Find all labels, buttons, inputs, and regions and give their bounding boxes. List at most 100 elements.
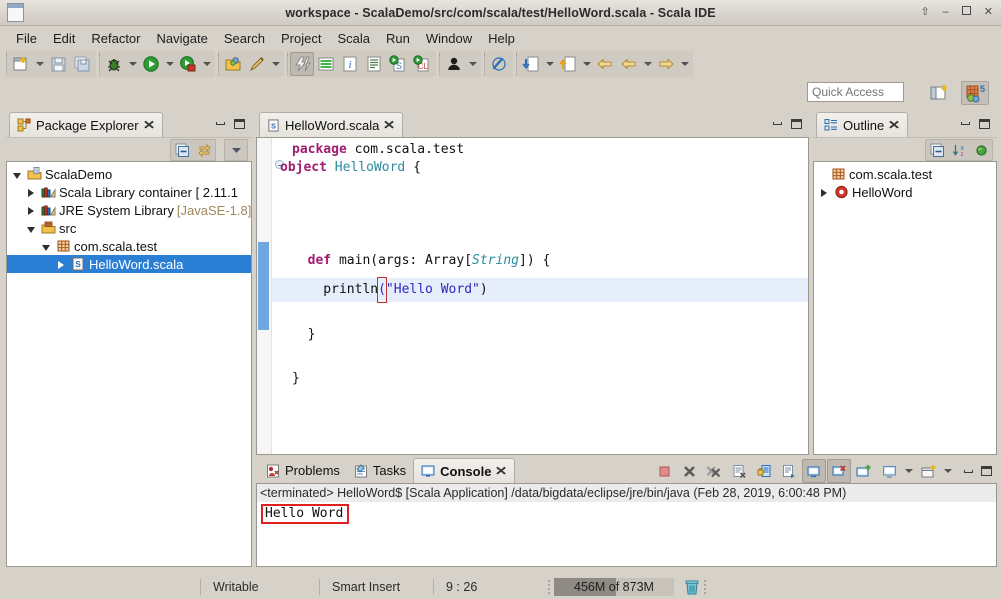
search-pen-icon[interactable]	[245, 52, 269, 76]
code-text[interactable]: package com.scala.test object HelloWord …	[272, 138, 808, 454]
view-menu-icon[interactable]	[225, 140, 247, 160]
run-external-tools-icon[interactable]	[176, 52, 200, 76]
tree-item-scalademo[interactable]: S ScalaDemo	[7, 165, 251, 183]
user-dropdown[interactable]	[466, 52, 479, 76]
restore-button[interactable]: ⇧	[920, 3, 929, 21]
save-all-icon[interactable]	[70, 52, 94, 76]
forward-arrow-dropdown[interactable]	[678, 52, 691, 76]
scala-perspective-icon[interactable]: 5	[961, 81, 989, 105]
word-wrap-icon[interactable]	[777, 459, 801, 483]
close-console-icon[interactable]	[827, 459, 851, 483]
tree-item-scala-library[interactable]: Scala Library container [ 2.11.1	[7, 183, 251, 201]
collapse-all-icon[interactable]	[171, 140, 193, 160]
run-external-dropdown[interactable]	[200, 52, 213, 76]
forward-arrow-icon[interactable]	[654, 52, 678, 76]
back-arrow-icon[interactable]	[593, 52, 617, 76]
menu-navigate[interactable]: Navigate	[149, 29, 216, 48]
tab-problems[interactable]: Problems	[259, 458, 347, 483]
collapse-all-icon[interactable]	[926, 140, 948, 160]
display-selected-console-dropdown[interactable]	[902, 459, 915, 483]
debug-icon[interactable]	[102, 52, 126, 76]
chevron-right-icon[interactable]	[25, 203, 37, 218]
chevron-right-icon[interactable]	[25, 185, 37, 200]
next-annotation-icon[interactable]	[519, 52, 543, 76]
build-all-icon[interactable]	[290, 52, 314, 76]
maximize-view-button[interactable]	[231, 115, 248, 132]
new-scala-object-icon[interactable]: S	[386, 52, 410, 76]
search-pen-dropdown[interactable]	[269, 52, 282, 76]
chevron-down-icon[interactable]	[40, 239, 52, 254]
tree-item-com-scala-test[interactable]: com.scala.test	[7, 237, 251, 255]
terminate-icon[interactable]	[652, 459, 676, 483]
outline-tree[interactable]: com.scala.test HelloWord	[813, 161, 997, 455]
maximize-button[interactable]	[961, 3, 971, 21]
menu-run[interactable]: Run	[378, 29, 418, 48]
outline-doc-icon[interactable]	[362, 52, 386, 76]
tab-outline[interactable]: Outline ✕	[816, 112, 909, 137]
new-scala-class-icon[interactable]: CL	[410, 52, 434, 76]
close-icon[interactable]: ✕	[888, 119, 901, 131]
minimize-editor-button[interactable]	[769, 115, 786, 132]
minimize-view-button[interactable]	[212, 115, 229, 132]
run-dropdown[interactable]	[163, 52, 176, 76]
open-perspective-icon[interactable]	[925, 81, 953, 105]
menu-scala[interactable]: Scala	[329, 29, 378, 48]
tab-hellowordscala[interactable]: S HelloWord.scala ✕	[259, 112, 404, 137]
close-icon[interactable]: ✕	[495, 465, 508, 477]
link-with-editor-icon[interactable]	[193, 140, 215, 160]
menu-window[interactable]: Window	[418, 29, 480, 48]
console-output-area[interactable]: <terminated> HelloWord$ [Scala Applicati…	[256, 483, 997, 567]
hide-fields-icon[interactable]	[970, 140, 992, 160]
close-icon[interactable]: ✕	[142, 119, 155, 131]
close-icon[interactable]: ✕	[383, 119, 396, 131]
minimize-button[interactable]: –	[943, 3, 949, 21]
heap-status-bar[interactable]: 456M of 873M	[554, 578, 674, 596]
outline-item-helloword[interactable]: HelloWord	[814, 183, 996, 201]
javadoc-icon[interactable]: i	[338, 52, 362, 76]
show-console-icon[interactable]	[802, 459, 826, 483]
tab-console[interactable]: Console ✕	[413, 458, 515, 483]
back-history-icon[interactable]	[617, 52, 641, 76]
toggle-markers-icon[interactable]	[314, 52, 338, 76]
menu-file[interactable]: File	[8, 29, 45, 48]
open-console-dropdown[interactable]	[941, 459, 954, 483]
pin-console-icon[interactable]	[852, 459, 876, 483]
package-explorer-tree[interactable]: S ScalaDemo Scala Library container [ 2.…	[6, 161, 252, 567]
minimize-console-button[interactable]	[960, 463, 977, 480]
menu-project[interactable]: Project	[273, 29, 329, 48]
pencil-strike-icon[interactable]	[487, 52, 511, 76]
run-icon[interactable]	[139, 52, 163, 76]
chevron-down-icon[interactable]	[11, 167, 23, 182]
menu-help[interactable]: Help	[480, 29, 523, 48]
chevron-right-icon[interactable]	[818, 185, 830, 200]
quick-access-input[interactable]	[807, 82, 904, 102]
maximize-outline-button[interactable]	[976, 115, 993, 132]
new-wizard-icon[interactable]	[9, 52, 33, 76]
trash-icon[interactable]	[684, 579, 700, 596]
remove-all-terminated-icon[interactable]	[702, 459, 726, 483]
code-editor[interactable]: package com.scala.test object HelloWord …	[256, 137, 809, 455]
display-selected-console-icon[interactable]	[877, 459, 901, 483]
menu-refactor[interactable]: Refactor	[83, 29, 148, 48]
clear-console-icon[interactable]	[727, 459, 751, 483]
close-button[interactable]: ✕	[984, 3, 993, 21]
tree-item-jre-system-library[interactable]: JRE System Library [JavaSE-1.8]	[7, 201, 251, 219]
maximize-editor-button[interactable]	[788, 115, 805, 132]
chevron-down-icon[interactable]	[25, 221, 37, 236]
scroll-lock-icon[interactable]	[752, 459, 776, 483]
open-console-icon[interactable]	[916, 459, 940, 483]
open-type-icon[interactable]	[221, 52, 245, 76]
back-history-dropdown[interactable]	[641, 52, 654, 76]
menu-search[interactable]: Search	[216, 29, 273, 48]
tree-item-src[interactable]: src	[7, 219, 251, 237]
remove-launch-icon[interactable]	[677, 459, 701, 483]
save-icon[interactable]	[46, 52, 70, 76]
previous-annotation-dropdown[interactable]	[580, 52, 593, 76]
maximize-console-button[interactable]	[978, 463, 995, 480]
new-wizard-dropdown[interactable]	[33, 52, 46, 76]
tab-tasks[interactable]: Tasks	[347, 458, 413, 483]
outline-item-package[interactable]: com.scala.test	[814, 165, 996, 183]
minimize-outline-button[interactable]	[957, 115, 974, 132]
sort-icon[interactable]: a z	[948, 140, 970, 160]
next-annotation-dropdown[interactable]	[543, 52, 556, 76]
